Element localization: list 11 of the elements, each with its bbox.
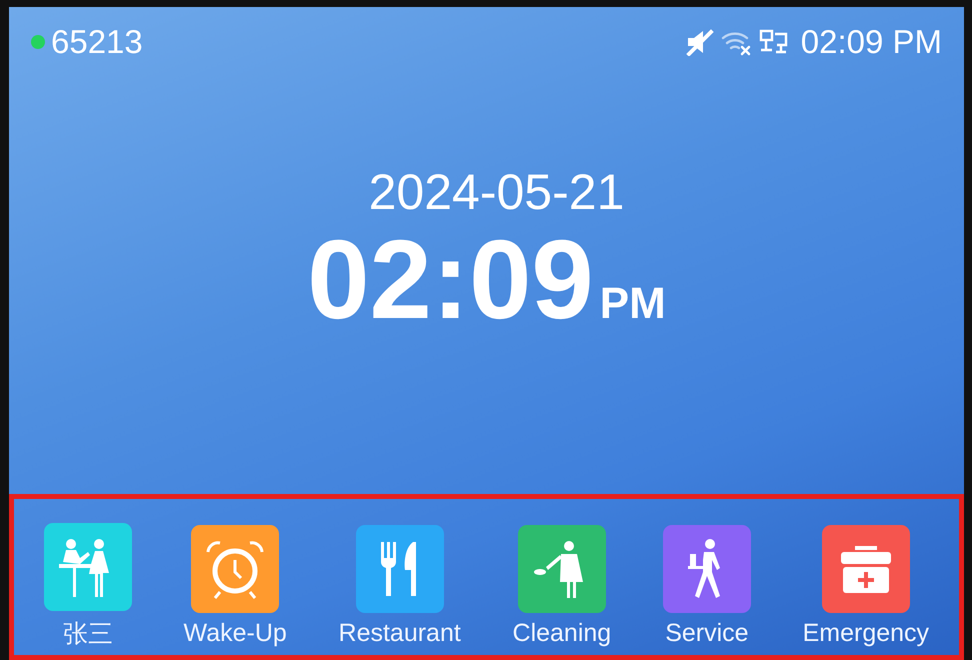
network-icon bbox=[758, 28, 789, 56]
status-time: 02:09 PM bbox=[800, 23, 942, 61]
extension-number: 65213 bbox=[51, 23, 143, 61]
muted-speaker-icon bbox=[684, 28, 715, 56]
app-shortcut[interactable]: 张三 bbox=[44, 522, 132, 650]
clock-meridiem: PM bbox=[600, 279, 666, 329]
app-shortcut[interactable]: Emergency bbox=[802, 524, 930, 648]
app-shortcut[interactable]: Service bbox=[662, 524, 751, 648]
app-shortcut[interactable]: Restaurant bbox=[338, 524, 461, 648]
app-shortcut[interactable]: Cleaning bbox=[512, 524, 612, 648]
app-shortcut[interactable]: Wake-Up bbox=[184, 524, 287, 648]
